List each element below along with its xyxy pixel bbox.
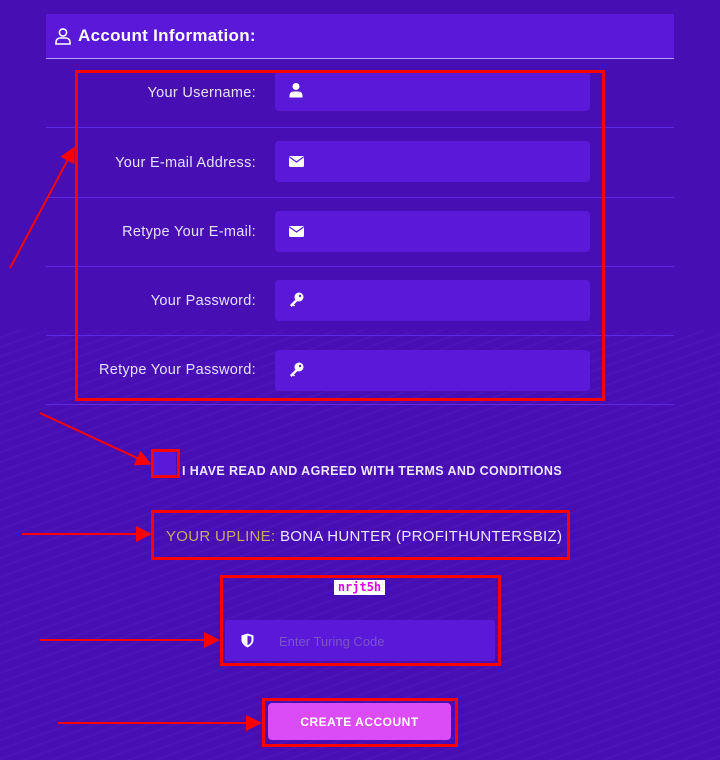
annotation-box-upline [151, 510, 570, 560]
annotation-box-fields [75, 70, 605, 401]
terms-label[interactable]: I HAVE READ AND AGREED WITH TERMS AND CO… [182, 464, 562, 478]
annotation-box-checkbox [151, 449, 180, 478]
annotation-box-button [262, 698, 458, 747]
section-header: Account Information: [46, 14, 674, 59]
annotation-box-captcha [220, 575, 501, 666]
user-outline-icon [55, 28, 71, 45]
section-title: Account Information: [78, 26, 256, 45]
